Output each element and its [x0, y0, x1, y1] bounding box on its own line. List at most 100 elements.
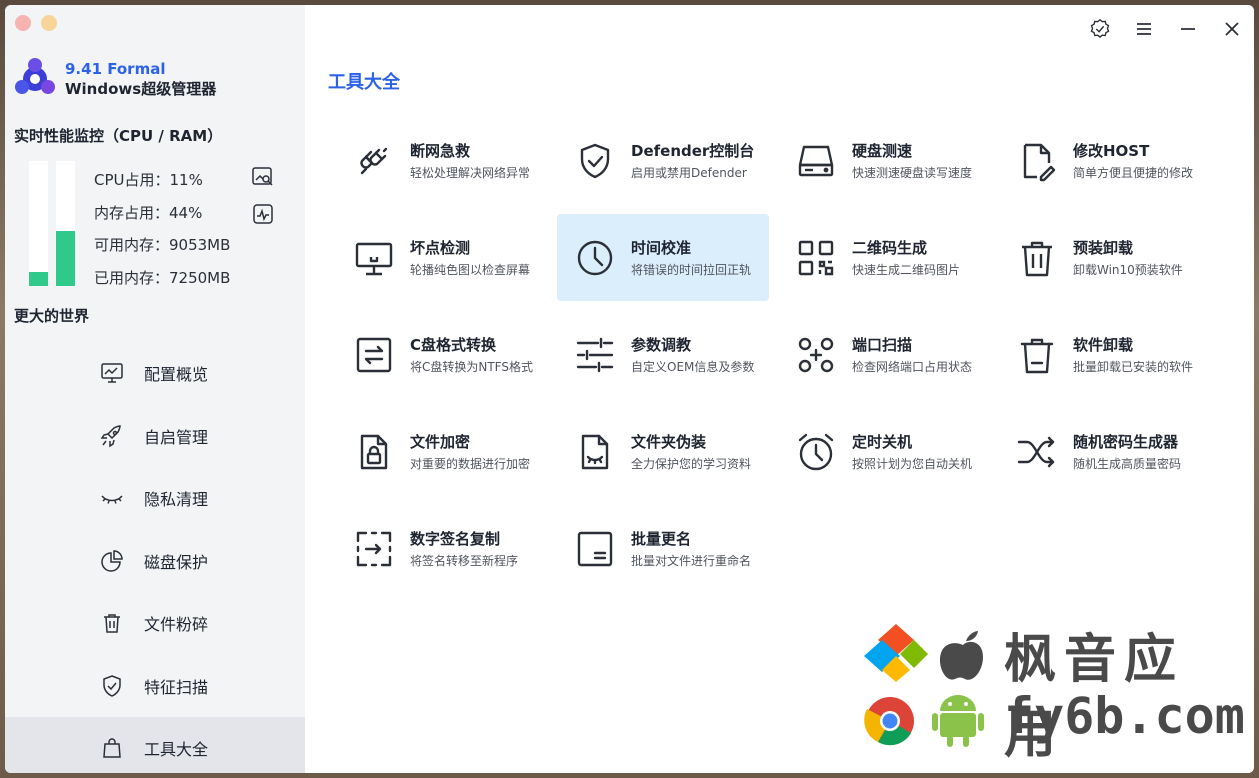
- file-lock-icon: [360, 434, 388, 469]
- sidebar-item-file-shred[interactable]: 文件粉碎: [5, 592, 305, 655]
- tool-desc: 快速测速硬盘读写速度: [852, 166, 973, 180]
- verified-badge-button[interactable]: [1088, 17, 1112, 41]
- tool-preinstall-uninstall[interactable]: 预装卸载 卸载Win10预装软件: [999, 214, 1211, 301]
- sidebar-item-label: 自启管理: [144, 427, 209, 447]
- tool-name: 坏点检测: [410, 239, 471, 257]
- tool-name: 参数调教: [631, 336, 692, 354]
- bin-icon: [1020, 338, 1054, 373]
- file-hidden-icon: [581, 434, 609, 469]
- sidebar-item-label: 工具大全: [144, 740, 209, 760]
- harddisk-icon: [798, 145, 834, 176]
- tool-name: Defender控制台: [631, 142, 755, 160]
- minimize-button[interactable]: [1176, 17, 1200, 41]
- app-version: 9.41 Formal: [65, 60, 166, 78]
- tool-desc: 轮播纯色图以检查屏幕: [410, 263, 531, 277]
- tool-param-tune[interactable]: 参数调教 自定义OEM信息及参数: [557, 311, 769, 398]
- qrcode-icon: [798, 240, 834, 275]
- trash-icon: [104, 614, 120, 633]
- tool-scheduled-shutdown[interactable]: 定时关机 按照计划为您自动关机: [778, 408, 990, 495]
- monitor-chart-icon: [101, 363, 123, 383]
- shield-check-icon: [103, 674, 121, 697]
- plug-icon: [360, 147, 388, 174]
- sidebar-item-config-overview[interactable]: 配置概览: [5, 342, 305, 405]
- menu-button[interactable]: [1132, 17, 1156, 41]
- image-search-icon[interactable]: [251, 165, 275, 189]
- minimize-dot-button[interactable]: [41, 15, 57, 31]
- sidebar-item-label: 配置概览: [144, 365, 209, 385]
- sidebar-item-label: 磁盘保护: [144, 552, 209, 572]
- tool-defender-console[interactable]: Defender控制台 启用或禁用Defender: [557, 117, 769, 204]
- tool-file-encrypt[interactable]: 文件加密 对重要的数据进行加密: [336, 408, 548, 495]
- sidebar-item-startup[interactable]: 自启管理: [5, 405, 305, 468]
- port-scan-icon: [798, 337, 834, 372]
- tool-signature-copy[interactable]: 数字签名复制 将签名转移至新程序: [336, 505, 548, 592]
- tool-port-scan[interactable]: 端口扫描 检查网络端口占用状态: [778, 311, 990, 398]
- tool-time-sync[interactable]: 时间校准 将错误的时间拉回正轨: [557, 214, 769, 301]
- closed-eye-icon: [101, 495, 123, 505]
- clock-icon: [577, 240, 613, 275]
- hamburger-menu-icon: [1137, 23, 1151, 35]
- app-name: Windows超级管理器: [65, 80, 217, 98]
- sidebar-item-privacy[interactable]: 隐私清理: [5, 467, 305, 530]
- tool-dead-pixel[interactable]: 坏点检测 轮播纯色图以检查屏幕: [336, 214, 548, 301]
- shuffle-icon: [1017, 436, 1055, 467]
- perf-monitor-title: 实时性能监控（CPU / RAM）: [14, 127, 223, 145]
- rocket-icon: [100, 424, 121, 448]
- watermark: 枫音应用 fy6b.com: [864, 617, 1245, 765]
- tool-random-password[interactable]: 随机密码生成器 随机生成高质量密码: [999, 408, 1211, 495]
- sidebar-item-disk-protect[interactable]: 磁盘保护: [5, 530, 305, 593]
- close-dot-button[interactable]: [15, 15, 31, 31]
- tool-desc: 全力保护您的学习资料: [631, 457, 752, 471]
- close-button[interactable]: [1220, 17, 1244, 41]
- tool-desc: 简单方便且便捷的修改: [1073, 166, 1194, 180]
- tool-batch-rename[interactable]: 批量更名 批量对文件进行重命名: [557, 505, 769, 592]
- tool-desc: 轻松处理解决网络异常: [410, 166, 531, 180]
- tool-name: 定时关机: [852, 433, 913, 451]
- badge-check-icon: [1090, 18, 1110, 38]
- bag-icon: [103, 738, 121, 758]
- mem-bar: [56, 161, 75, 286]
- main-content: 工具大全 断网急救 轻松处理解决网络异常 Defender控制台 启用或禁用De…: [305, 5, 1254, 773]
- tool-c-drive-convert[interactable]: C盘格式转换 将C盘转换为NTFS格式: [336, 311, 548, 398]
- tool-desc: 按照计划为您自动关机: [852, 457, 973, 471]
- tool-name: 文件加密: [410, 433, 471, 451]
- sidebar: 9.41 Formal Windows超级管理器 实时性能监控（CPU / RA…: [5, 5, 305, 773]
- pie-chart-icon: [101, 549, 123, 572]
- sidebar-item-toolbox[interactable]: 工具大全: [5, 717, 305, 773]
- shield-check-icon: [580, 143, 610, 178]
- tool-desc: 将签名转移至新程序: [410, 554, 519, 568]
- tool-disk-speed[interactable]: 硬盘测速 快速测速硬盘读写速度: [778, 117, 990, 204]
- monitor-icon: [355, 242, 393, 275]
- file-edit-icon: [1023, 143, 1056, 181]
- tool-name: 软件卸载: [1073, 336, 1134, 354]
- tool-software-uninstall[interactable]: 软件卸载 批量卸载已安装的软件: [999, 311, 1211, 398]
- app-logo-area: 9.41 Formal Windows超级管理器: [13, 57, 216, 101]
- available-mem-text: 可用内存：9053MB: [94, 236, 231, 254]
- trash-icon: [1022, 241, 1052, 276]
- page-title: 工具大全: [328, 72, 400, 93]
- tool-name: 断网急救: [410, 142, 471, 160]
- alarm-clock-icon: [798, 433, 834, 470]
- tool-desc: 批量对文件进行重命名: [631, 554, 752, 568]
- convert-icon: [356, 337, 392, 372]
- tool-name: 数字签名复制: [410, 530, 501, 548]
- android-logo-icon: [932, 695, 984, 747]
- sidebar-item-feature-scan[interactable]: 特征扫描: [5, 655, 305, 718]
- activity-file-icon[interactable]: [251, 202, 275, 226]
- app-logo-icon: [15, 58, 55, 94]
- tool-network-rescue[interactable]: 断网急救 轻松处理解决网络异常: [336, 117, 548, 204]
- tool-name: 时间校准: [631, 239, 692, 257]
- sliders-icon: [576, 337, 614, 372]
- windows-logo-icon: [864, 624, 928, 682]
- tool-folder-disguise[interactable]: 文件夹伪装 全力保护您的学习资料: [557, 408, 769, 495]
- tool-name: 硬盘测速: [852, 142, 913, 160]
- perf-stats: CPU占用：11% 内存占用：44% 可用内存：9053MB 已用内存：7250…: [94, 169, 230, 299]
- tool-edit-hosts[interactable]: 修改HOST 简单方便且便捷的修改: [999, 117, 1211, 204]
- tool-desc: 自定义OEM信息及参数: [631, 360, 755, 374]
- tool-name: 修改HOST: [1073, 142, 1150, 160]
- tool-name: 批量更名: [631, 530, 692, 548]
- sidebar-nav: 配置概览 自启管理 隐私清理 磁盘保护 文件粉碎 特征扫描 工具大全: [5, 342, 305, 773]
- tool-name: 随机密码生成器: [1073, 433, 1179, 451]
- tool-qrcode[interactable]: 二维码生成 快速生成二维码图片: [778, 214, 990, 301]
- signature-transfer-icon: [356, 531, 392, 566]
